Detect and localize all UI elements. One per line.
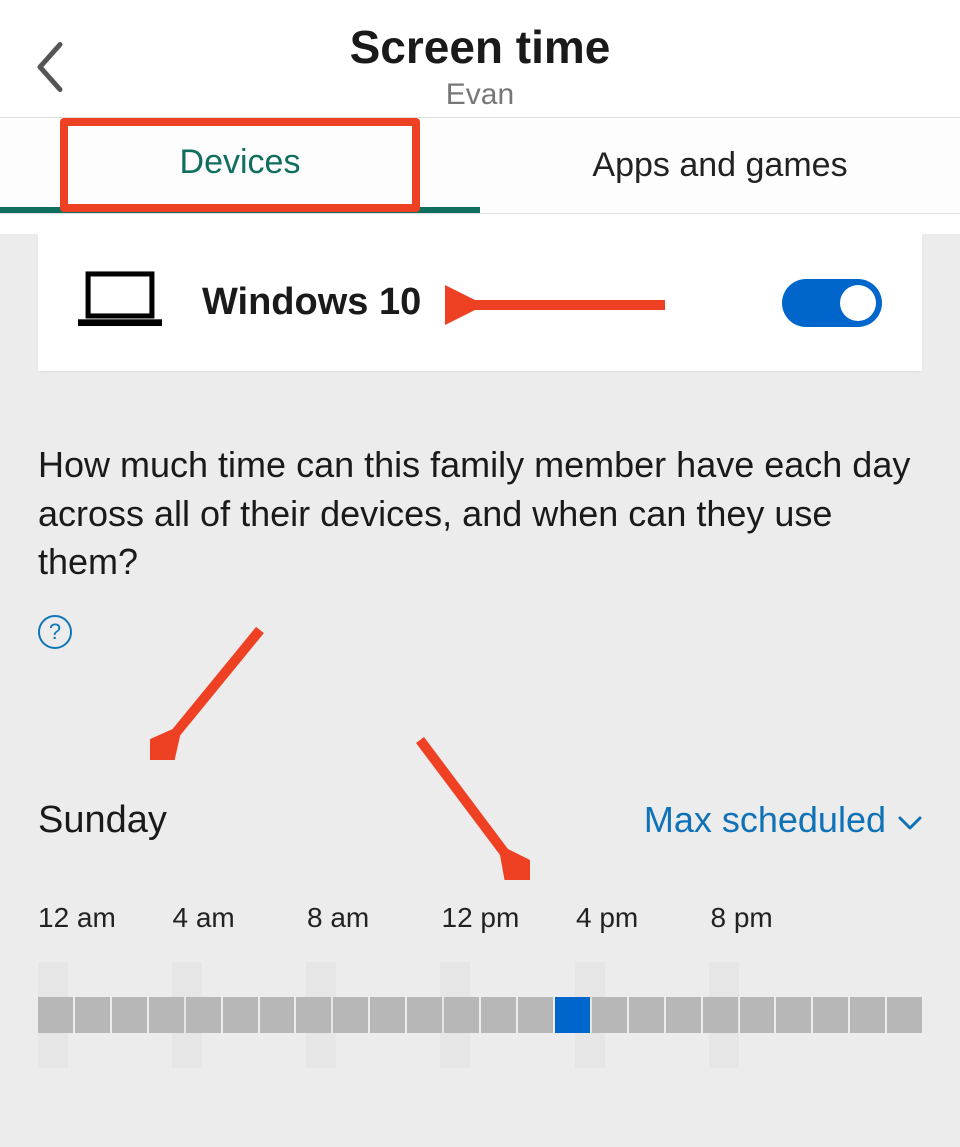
header: Screen time Evan [0,0,960,118]
timeline-hour-cell[interactable] [38,997,73,1033]
tab-apps-label: Apps and games [592,146,847,185]
timeline-hour-cell[interactable] [223,997,258,1033]
timeline-hour-cell[interactable] [887,997,922,1033]
timeline-hour-cell[interactable] [629,997,664,1033]
timeline-bar-row [38,997,922,1033]
timeline-hour-cell[interactable] [149,997,184,1033]
timeline-hour-cell[interactable] [740,997,775,1033]
timeline-hour-cell[interactable] [776,997,811,1033]
timeline-hour-cell[interactable] [75,997,110,1033]
timeline-hour-cell[interactable] [333,997,368,1033]
laptop-icon [78,270,162,335]
timeline-hour-cell[interactable] [555,997,590,1033]
axis-label: 4 pm [576,902,711,934]
axis-label: 12 am [38,902,173,934]
tab-devices-label: Devices [180,143,301,182]
help-icon[interactable]: ? [38,615,72,649]
page-subtitle: Evan [0,78,960,112]
axis-label: 8 pm [711,902,846,934]
timeline-hour-cell[interactable] [186,997,221,1033]
chevron-left-icon [30,42,70,92]
page-title: Screen time [0,0,960,74]
back-button[interactable] [30,42,70,92]
day-row: Sunday Max scheduled [38,799,922,842]
timeline-hour-cell[interactable] [592,997,627,1033]
tab-apps-and-games[interactable]: Apps and games [480,118,960,213]
timeline-hour-cell[interactable] [481,997,516,1033]
max-scheduled-label: Max scheduled [644,799,886,841]
timeline-hour-cell[interactable] [850,997,885,1033]
chevron-down-icon [898,799,922,841]
tab-devices[interactable]: Devices [0,118,480,213]
device-card-windows10: Windows 10 [38,234,922,371]
day-label: Sunday [38,799,167,842]
timeline-hour-cell[interactable] [112,997,147,1033]
axis-label: 8 am [307,902,442,934]
tab-bar: Devices Apps and games [0,118,960,214]
axis-label: 4 am [173,902,308,934]
axis-label: 12 pm [442,902,577,934]
timeline-hour-cell[interactable] [666,997,701,1033]
timeline-hour-cell[interactable] [813,997,848,1033]
timeline-hour-cell[interactable] [370,997,405,1033]
content-area: Windows 10 How much time can this family… [0,234,960,1147]
device-enabled-toggle[interactable] [782,279,882,327]
timeline-hour-cell[interactable] [703,997,738,1033]
timeline-hour-cell[interactable] [407,997,442,1033]
device-name-label: Windows 10 [202,281,421,324]
question-text: How much time can this family member hav… [38,441,922,587]
help-glyph: ? [49,619,61,645]
toggle-knob [840,285,876,321]
timeline-hour-cell[interactable] [260,997,295,1033]
timeline [38,962,922,1068]
timeline-hour-cell[interactable] [296,997,331,1033]
timeline-hour-cell[interactable] [444,997,479,1033]
timeline-hour-cell[interactable] [518,997,553,1033]
timeline-axis: 12 am 4 am 8 am 12 pm 4 pm 8 pm [38,902,922,934]
max-scheduled-dropdown[interactable]: Max scheduled [644,799,922,841]
